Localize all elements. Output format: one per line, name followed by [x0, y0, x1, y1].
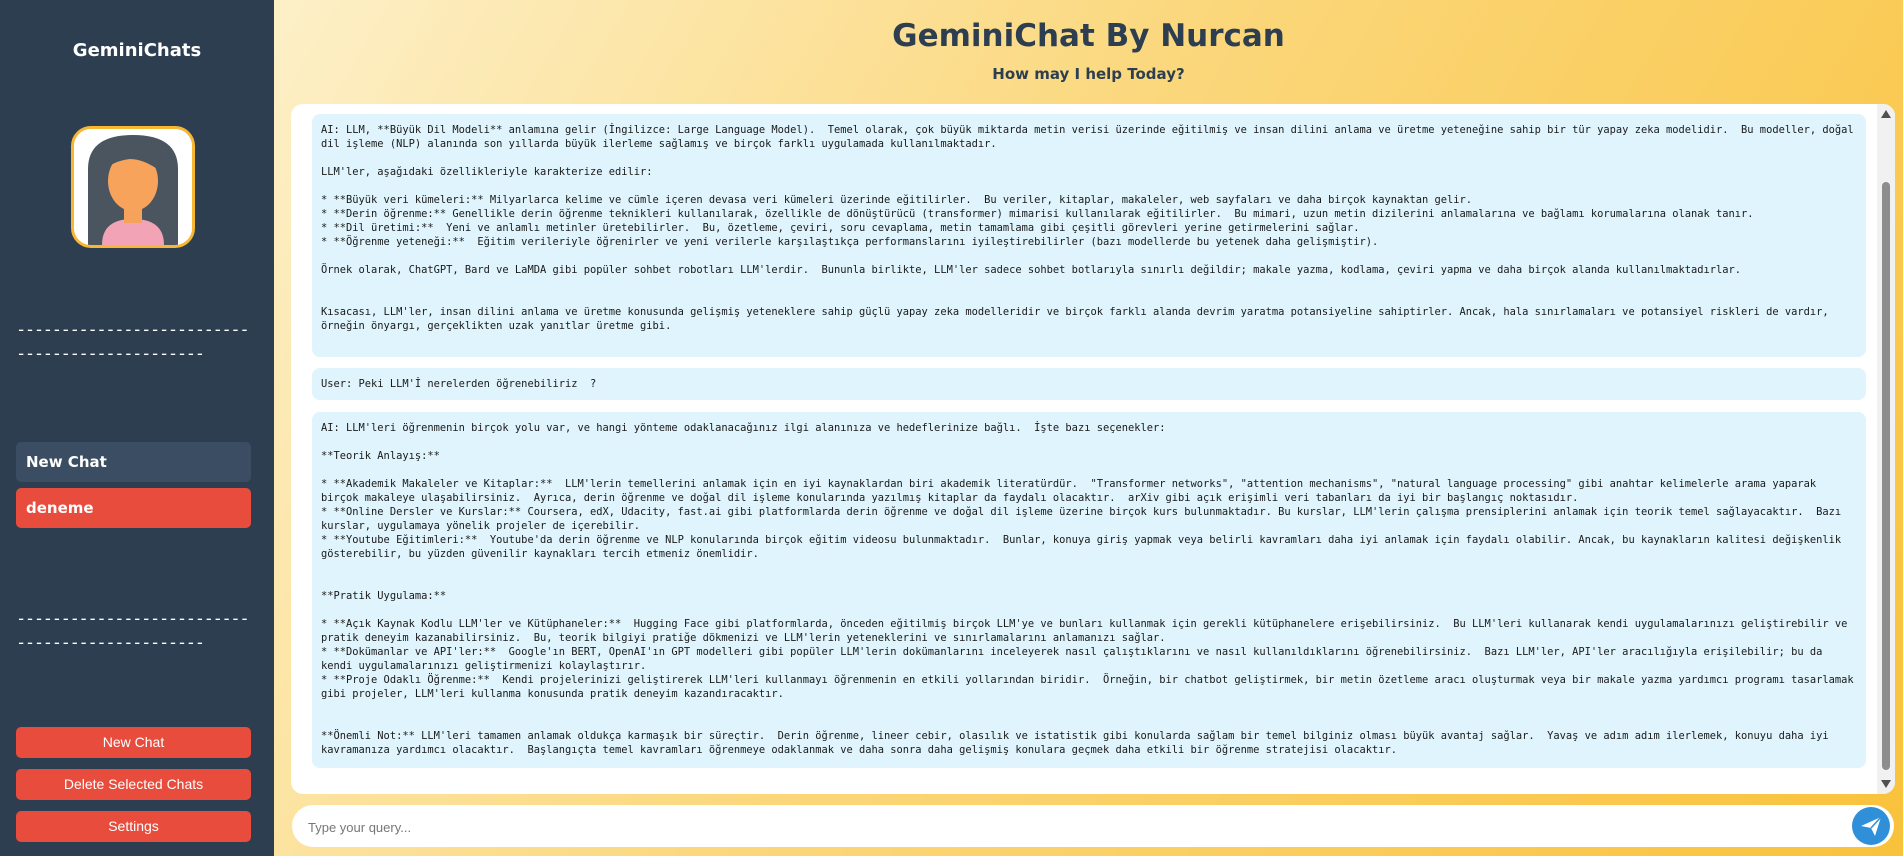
- chat-history-panel[interactable]: AI: LLM, **Büyük Dil Modeli** anlamına g…: [291, 104, 1895, 794]
- page-subtitle: How may I help Today?: [992, 65, 1185, 83]
- page-title: GeminiChat By Nurcan: [892, 18, 1285, 54]
- user-message: User: Peki LLM'İ nerelerden öğrenebiliri…: [312, 368, 1866, 400]
- chat-list-item-new-chat[interactable]: New Chat: [16, 442, 251, 482]
- delete-selected-chats-button[interactable]: Delete Selected Chats: [16, 769, 251, 800]
- chat-list-item-deneme[interactable]: deneme: [16, 488, 251, 528]
- sidebar: GeminiChats ----------------------------…: [0, 0, 274, 856]
- message-list: AI: LLM, **Büyük Dil Modeli** anlamına g…: [291, 104, 1871, 794]
- ai-message: AI: LLM'leri öğrenmenin birçok yolu var,…: [312, 412, 1866, 768]
- user-avatar-icon: [74, 129, 192, 245]
- paper-plane-icon: [1861, 816, 1882, 836]
- scroll-up-arrow-icon[interactable]: [1881, 110, 1891, 118]
- send-button[interactable]: [1852, 807, 1890, 845]
- scrollbar-thumb[interactable]: [1882, 182, 1890, 770]
- chat-scrollbar[interactable]: [1877, 104, 1895, 794]
- query-bar: [292, 805, 1894, 847]
- sidebar-title: GeminiChats: [72, 40, 202, 61]
- scroll-down-arrow-icon[interactable]: [1881, 780, 1891, 788]
- settings-button[interactable]: Settings: [16, 811, 251, 842]
- new-chat-button[interactable]: New Chat: [16, 727, 251, 758]
- sidebar-divider-top: ----------------------------------------…: [16, 320, 250, 364]
- query-input[interactable]: [306, 811, 1810, 843]
- main-area: GeminiChat By Nurcan How may I help Toda…: [274, 0, 1903, 856]
- ai-message: AI: LLM, **Büyük Dil Modeli** anlamına g…: [312, 114, 1866, 357]
- avatar: [71, 126, 195, 248]
- sidebar-divider-bottom: ----------------------------------------…: [16, 609, 250, 653]
